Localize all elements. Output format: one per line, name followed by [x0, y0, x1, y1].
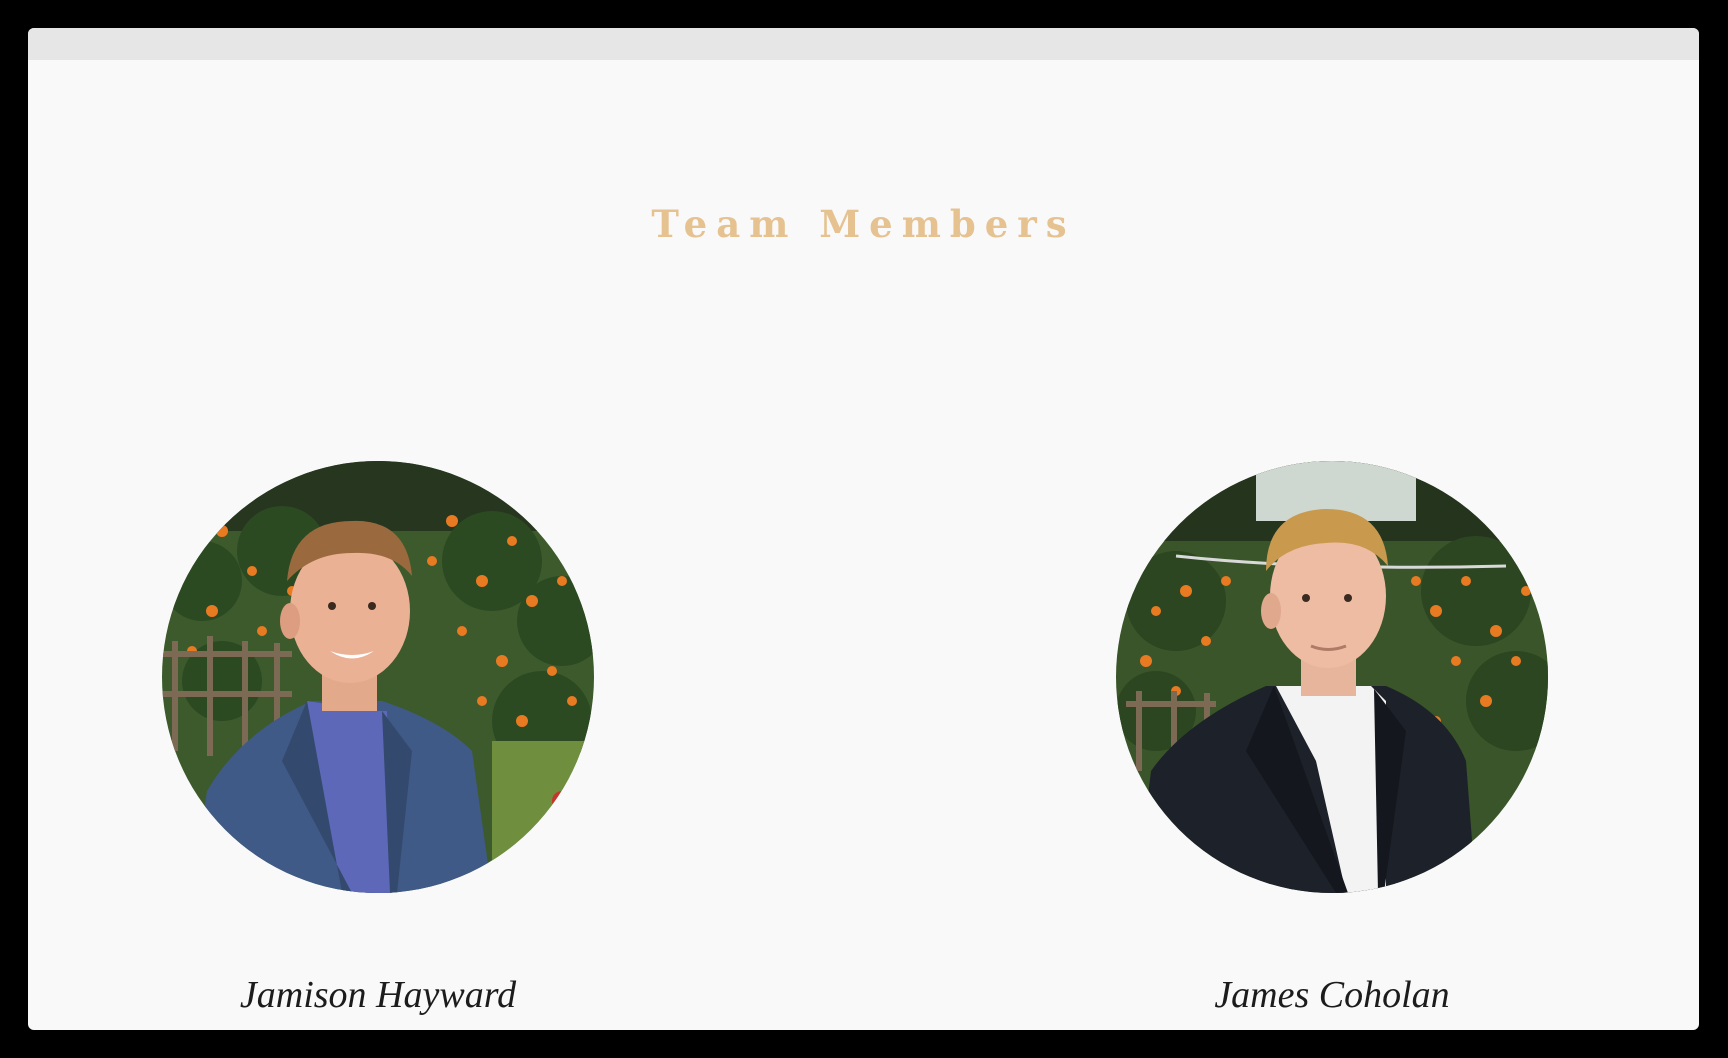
- team-member-card: James Coholan: [1116, 461, 1548, 1016]
- member-name: Jamison Hayward: [239, 974, 517, 1016]
- member-photo: [1116, 461, 1548, 893]
- browser-window: Team Members Jamison Hayward James Cohol…: [28, 28, 1699, 1030]
- member-photo: [162, 461, 594, 893]
- portrait-photo: [162, 461, 594, 893]
- section-title: Team Members: [651, 202, 1076, 246]
- member-name: James Coholan: [1214, 974, 1450, 1016]
- portrait-photo: [1116, 461, 1548, 893]
- team-member-card: Jamison Hayward: [162, 461, 594, 1016]
- window-titlebar: [28, 28, 1699, 60]
